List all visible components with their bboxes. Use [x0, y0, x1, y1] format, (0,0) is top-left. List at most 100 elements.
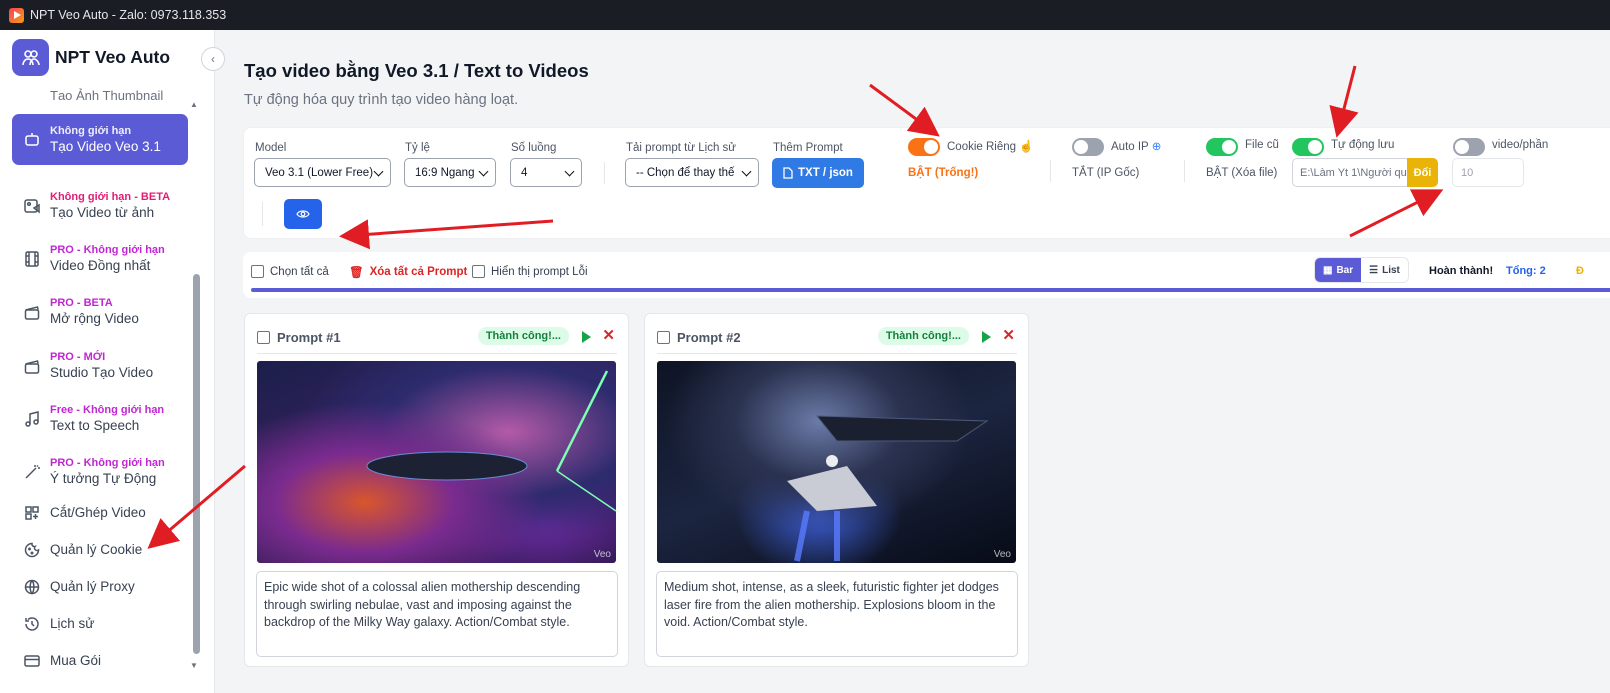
oldfile-toggle[interactable] — [1206, 138, 1238, 156]
sidebar-item-11[interactable]: Lịch sử — [12, 609, 188, 639]
sidebar-item-label: Text to Speech — [50, 417, 140, 433]
preview-eye-button[interactable] — [284, 199, 322, 229]
sidebar-item-6[interactable]: Free - Không giới hạn Text to Speech — [12, 393, 188, 444]
cookie-label: Cookie Riêng ☝ — [947, 141, 1034, 153]
view-switch: ▦ Bar ☰ List — [1314, 257, 1409, 283]
autosave-label: Tự động lưu — [1331, 139, 1395, 151]
sidebar-item-label: Mở rộng Video — [50, 310, 139, 326]
sidebar-item-10[interactable]: Quản lý Proxy — [12, 572, 188, 602]
page-subtitle: Tự động hóa quy trình tạo video hàng loạ… — [244, 92, 519, 108]
divider — [1184, 160, 1185, 182]
sidebar-item-3[interactable]: PRO - Không giới hạn Video Đồng nhất — [12, 233, 188, 284]
veo-watermark: Veo — [993, 549, 1011, 560]
view-list-button[interactable]: ☰ List — [1361, 258, 1408, 282]
sidebar-item-label: Quản lý Cookie — [50, 542, 143, 557]
close-icon[interactable]: ✕ — [1002, 326, 1015, 344]
video-scene-image — [366, 370, 616, 512]
sidebar-item-2[interactable]: Không giới hạn - BETA Tạo Video từ ảnh — [12, 180, 188, 231]
trash-icon: 🗑 — [349, 267, 364, 279]
grid-icon: ▦ — [1323, 264, 1333, 276]
sidebar-item-9[interactable]: Quản lý Cookie — [12, 535, 188, 565]
sidebar-item-12[interactable]: Mua Gói — [12, 646, 188, 676]
sidebar-item-label: Cắt/Ghép Video — [50, 505, 146, 520]
file-icon — [783, 167, 793, 179]
checkbox-icon[interactable] — [657, 330, 670, 344]
done-label: Hoàn thành! — [1429, 265, 1494, 277]
history-icon — [22, 614, 42, 634]
settings-panel: Model Veo 3.1 (Lower Free) Tỷ lệ 16:9 Ng… — [243, 127, 1610, 239]
history-select[interactable]: -- Chọn để thay thế — [625, 158, 759, 187]
window-title: NPT Veo Auto - Zalo: 0973.118.353 — [30, 8, 227, 22]
video-per-part-input[interactable]: 10 — [1452, 158, 1524, 187]
prompt-card-header: Prompt #1 Thành công!... ✕ — [257, 326, 617, 348]
clapperboard-icon — [22, 302, 42, 322]
divider — [604, 162, 605, 184]
cookie-toggle[interactable] — [908, 138, 940, 156]
sidebar-item-label: Mua Gói — [50, 653, 102, 668]
prompt-card: Prompt #1 Thành công!... ✕ Veo Epic wide sho… — [244, 313, 629, 667]
ratio-select[interactable]: 16:9 Ngang — [404, 158, 496, 187]
view-bar-button[interactable]: ▦ Bar — [1315, 258, 1362, 282]
window-titlebar: NPT Veo Auto - Zalo: 0973.118.353 — [0, 0, 1610, 30]
sidebar-item-tag: Không giới hạn — [50, 124, 132, 137]
collapse-sidebar-button[interactable]: ‹ — [201, 47, 225, 71]
sidebar-item-4[interactable]: PRO - BETA Mở rộng Video — [12, 286, 188, 337]
model-label: Model — [255, 142, 287, 154]
show-errors-checkbox[interactable]: Hiển thị prompt Lỗi — [472, 265, 588, 278]
prompt-toolbar: Chọn tất cả 🗑 Xóa tất cả Prompt Hiển thị … — [243, 252, 1610, 298]
sidebar: NPT Veo Auto Tạo Ảnh Thumbnail ▲ ▼ Không… — [0, 30, 215, 693]
prompt-title: Prompt #2 — [677, 329, 741, 345]
chevron-down-icon — [478, 166, 489, 177]
video-thumbnail[interactable]: Veo — [257, 361, 616, 563]
select-all-checkbox[interactable]: Chọn tất cả — [251, 265, 329, 278]
prompt-card-header: Prompt #2 Thành công!... ✕ — [657, 326, 1017, 348]
film-icon — [22, 249, 42, 269]
autosave-toggle[interactable] — [1292, 138, 1324, 156]
status-badge: Thành công!... — [477, 327, 569, 345]
sidebar-item-partial[interactable]: Tạo Ảnh Thumbnail — [50, 88, 163, 100]
play-icon[interactable] — [582, 331, 591, 343]
progress-bar — [251, 288, 1610, 292]
cookie-status: BẬT (Trống!) — [908, 167, 979, 179]
app-logo-icon — [9, 7, 24, 23]
scroll-down-icon[interactable]: ▼ — [190, 661, 198, 670]
total-count: Tổng: 2 — [1506, 265, 1546, 277]
delete-all-button[interactable]: 🗑 Xóa tất cả Prompt — [349, 265, 467, 279]
sidebar-item-1[interactable]: Không giới hạn Tạo Video Veo 3.1 — [12, 114, 188, 165]
sidebar-scrollbar[interactable] — [193, 274, 200, 654]
ratio-label: Tỷ lệ — [405, 142, 430, 154]
close-icon[interactable]: ✕ — [602, 326, 615, 344]
video-per-part-toggle[interactable] — [1453, 138, 1485, 156]
autoip-toggle[interactable] — [1072, 138, 1104, 156]
sidebar-item-8[interactable]: Cắt/Ghép Video — [12, 498, 188, 528]
globe-icon: ⊕ — [1151, 141, 1162, 153]
threads-select[interactable]: 4 — [510, 158, 582, 187]
import-txt-json-button[interactable]: TXT / json — [772, 158, 864, 188]
video-per-part-label: video/phần — [1492, 139, 1549, 151]
page-title: Tạo video bằng Veo 3.1 / Text to Videos — [244, 60, 589, 81]
chevron-down-icon — [741, 166, 752, 177]
threads-label: Số luồng — [511, 142, 557, 154]
scroll-up-icon[interactable]: ▲ — [190, 100, 198, 109]
brand: NPT Veo Auto — [12, 39, 170, 76]
sidebar-item-5[interactable]: PRO - MỚI Studio Tạo Video — [12, 340, 188, 391]
play-icon[interactable] — [982, 331, 991, 343]
prompt-textarea[interactable]: Epic wide shot of a colossal alien mothe… — [256, 571, 618, 657]
video-thumbnail[interactable]: Veo — [657, 361, 1016, 563]
prompt-textarea[interactable]: Medium shot, intense, as a sleek, futuri… — [656, 571, 1018, 657]
chevron-down-icon — [373, 166, 384, 177]
sidebar-item-tag: PRO - Không giới hạn — [50, 243, 165, 256]
sidebar-item-7[interactable]: PRO - Không giới hạn Ý tưởng Tự Động — [12, 446, 188, 497]
prompt-title: Prompt #1 — [277, 329, 341, 345]
checkbox-icon[interactable] — [257, 330, 270, 344]
change-path-button[interactable]: Đổi — [1407, 158, 1438, 187]
model-select[interactable]: Veo 3.1 (Lower Free) — [254, 158, 391, 187]
divider — [262, 202, 263, 226]
save-path-input[interactable]: E:\Làm Yt 1\Người qu — [1292, 158, 1410, 187]
checkbox-icon[interactable] — [251, 265, 264, 278]
eye-icon — [296, 210, 310, 218]
oldfile-label: File cũ — [1245, 139, 1279, 151]
checkbox-icon[interactable] — [472, 265, 485, 278]
sidebar-item-tag: Free - Không giới hạn — [50, 403, 165, 416]
sidebar-item-label: Tạo Video Veo 3.1 — [50, 138, 161, 154]
